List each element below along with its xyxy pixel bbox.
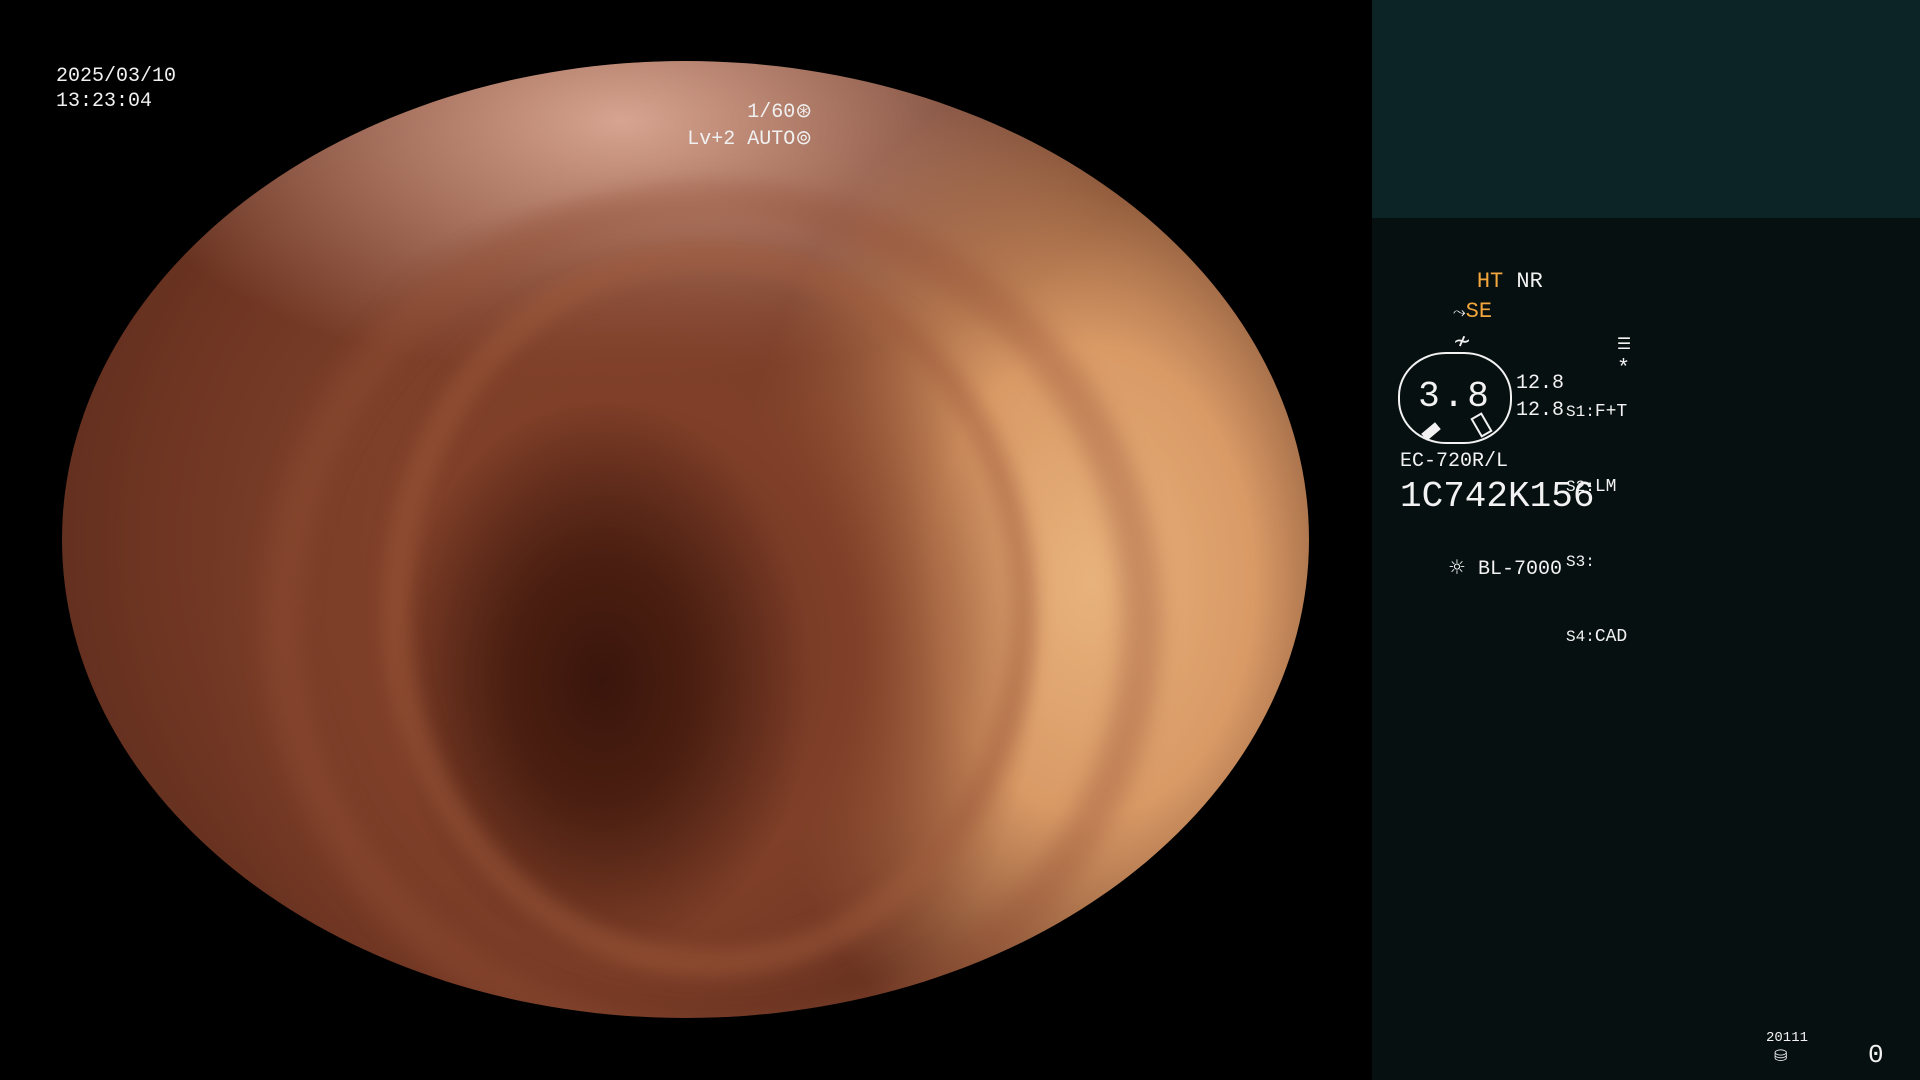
exposure-mode: AUTO xyxy=(747,128,796,151)
endoscope-image-view: 2025/03/10 13:23:04 1/60⊛ Lv+2 AUTO⊚ xyxy=(0,0,1372,1080)
date-text: 2025/03/10 xyxy=(56,65,177,88)
iris-icon: ⊚ xyxy=(795,125,812,149)
time-text: 13:23:04 xyxy=(56,90,153,113)
scope-model: EC-720R/L xyxy=(1400,450,1509,473)
switch-item-3: S3: xyxy=(1566,553,1595,571)
datetime-block: 2025/03/10 13:23:04 xyxy=(56,64,176,114)
light-source-row: ☼ BL-7000 xyxy=(1400,532,1562,604)
footer-count: 0 xyxy=(1868,1040,1884,1070)
storage-icon: ⛁ xyxy=(1774,1048,1788,1066)
light-source: BL-7000 xyxy=(1477,558,1562,581)
magnification-gauge: 3.8 xyxy=(1398,352,1512,444)
switch-item-1: S1:F+T xyxy=(1566,402,1628,422)
gauge-needle-icon xyxy=(1421,422,1441,441)
aperture-icon: ⊛ xyxy=(795,98,812,122)
exposure-info: 1/60⊛ Lv+2 AUTO⊚ xyxy=(687,98,812,152)
sun-icon: ☼ xyxy=(1448,555,1466,579)
switch-item-4: S4:CAD xyxy=(1566,627,1628,647)
footer-code: 20111 xyxy=(1766,1030,1809,1046)
endoscope-image xyxy=(62,61,1309,1018)
switch-list: S1:F+T S2:LM S3: S4:CAD xyxy=(1566,350,1627,700)
level-text: Lv+2 xyxy=(687,128,736,151)
panel-top-area xyxy=(1372,0,1920,218)
gauge-value: 3.8 xyxy=(1418,376,1492,417)
nr-label: NR xyxy=(1516,269,1543,294)
reading-1: 12.8 xyxy=(1516,372,1565,395)
image-mask-top xyxy=(0,0,1372,61)
shutter-speed: 1/60 xyxy=(747,101,796,124)
info-panel: HT NR ⤳SE ≁ ☰ * 3.8 12.8 12.8 S1:F+T S2:… xyxy=(1372,0,1920,1080)
image-mask-bottom xyxy=(0,1018,1372,1080)
reading-2: 12.8 xyxy=(1516,399,1565,422)
no-signal-icon: ≁ xyxy=(1452,329,1472,354)
scope-serial: 1C742K156 xyxy=(1400,476,1595,517)
